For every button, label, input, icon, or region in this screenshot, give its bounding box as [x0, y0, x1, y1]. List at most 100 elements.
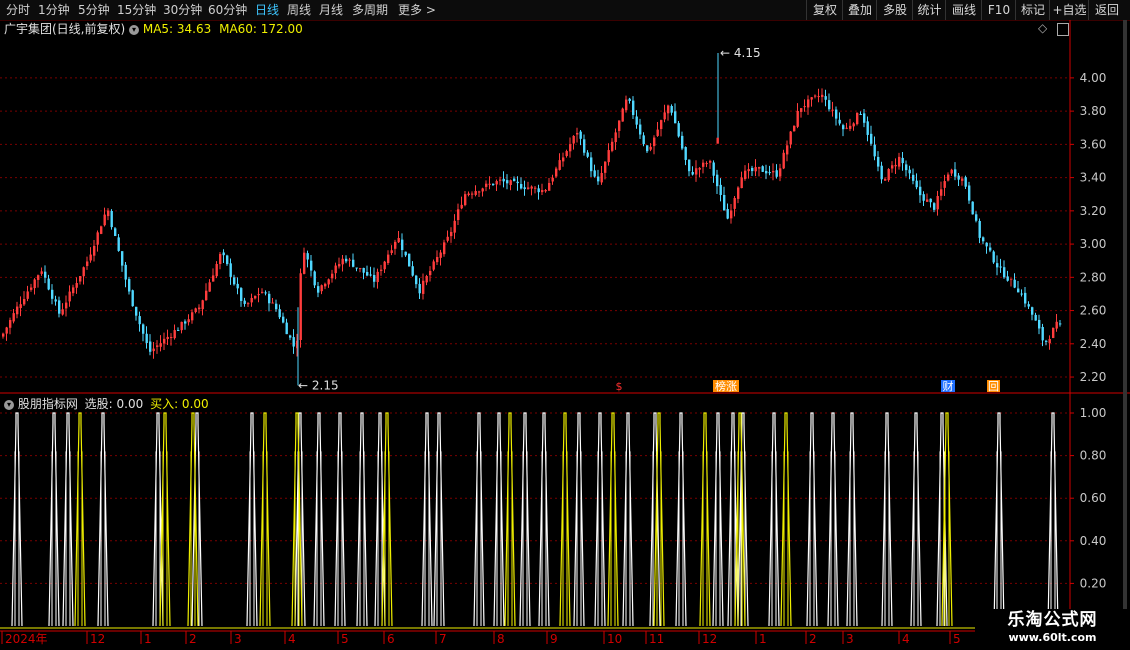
- candle-down: [968, 185, 971, 201]
- candle-down: [184, 321, 187, 324]
- candle-down: [1045, 340, 1048, 342]
- candle-up: [474, 191, 477, 195]
- candle-down: [954, 169, 957, 177]
- price-tick-label: 3.80: [1080, 104, 1107, 118]
- candle-up: [93, 245, 96, 256]
- candle-down: [408, 253, 411, 267]
- candle-up: [320, 285, 323, 292]
- xuangu-signal: [538, 412, 550, 627]
- candle-down: [345, 258, 348, 262]
- candle-down: [1003, 267, 1006, 278]
- candle-down: [520, 184, 523, 189]
- xuangu-signal: [313, 412, 325, 627]
- candle-down: [628, 98, 631, 102]
- indicator-tick-label: 0.60: [1080, 491, 1107, 505]
- price-markers: ← 4.15 ← 2.15 $ 榜涨 财 回: [298, 46, 1000, 393]
- candle-down: [222, 252, 225, 256]
- candle-down: [978, 220, 981, 238]
- candle-up: [394, 241, 397, 249]
- xuangu-signal: [356, 412, 368, 627]
- candle-down: [240, 288, 243, 301]
- candle-up: [744, 170, 747, 179]
- candle-up: [772, 171, 775, 173]
- candle-down: [401, 239, 404, 251]
- candle-down: [114, 228, 117, 237]
- candle-up: [740, 177, 743, 189]
- candle-down: [982, 237, 985, 242]
- candle-down: [964, 177, 967, 187]
- date-tick-label: 2: [809, 632, 817, 646]
- xuangu-signal: [433, 412, 445, 627]
- date-tick-label: 1: [144, 632, 152, 646]
- xuangu-signal: [246, 412, 258, 627]
- candle-down: [362, 267, 365, 273]
- xuangu-signal: [62, 412, 74, 627]
- candle-down: [278, 309, 281, 318]
- candle-down: [586, 152, 589, 157]
- candle-down: [355, 267, 358, 269]
- mairu-signal: [74, 412, 86, 627]
- candle-up: [541, 190, 544, 193]
- xuangu-signal: [768, 412, 780, 627]
- candle-up: [779, 168, 782, 177]
- date-tick-label: 3: [846, 632, 854, 646]
- candle-down: [1034, 314, 1037, 321]
- candle-up: [159, 343, 162, 347]
- candle-up: [611, 141, 614, 151]
- candle-up: [72, 287, 75, 294]
- xuangu-signal: [827, 412, 839, 627]
- candle-up: [100, 226, 103, 234]
- candle-up: [19, 304, 22, 309]
- price-tick-label: 2.80: [1080, 270, 1107, 284]
- candle-down: [870, 133, 873, 144]
- xuangu-signal: [493, 412, 505, 627]
- candle-up: [817, 96, 820, 98]
- candle-up: [789, 131, 792, 145]
- xuangu-signal: [97, 412, 109, 627]
- candle-up: [656, 129, 659, 136]
- candle-down: [859, 114, 862, 116]
- candle-up: [604, 161, 607, 173]
- candle-down: [642, 135, 645, 145]
- candle-up: [257, 294, 260, 296]
- candle-up: [436, 257, 439, 263]
- candle-up: [660, 120, 663, 130]
- candle-down: [1024, 292, 1027, 304]
- candle-down: [264, 292, 267, 294]
- candle-down: [1059, 323, 1062, 325]
- candle-up: [856, 112, 859, 125]
- mairu-signal: [607, 412, 619, 627]
- candle-up: [82, 267, 85, 277]
- candle-up: [653, 137, 656, 147]
- candle-down: [366, 272, 369, 276]
- candle-down: [677, 123, 680, 137]
- candle-down: [929, 198, 932, 203]
- candle-up: [359, 268, 362, 270]
- candle-up: [422, 280, 425, 294]
- candle-up: [551, 177, 554, 182]
- candle-down: [1020, 293, 1023, 295]
- candle-down: [877, 156, 880, 167]
- candle-up: [96, 232, 99, 245]
- candle-up: [439, 252, 442, 258]
- candle-up: [852, 123, 855, 127]
- candle-up: [453, 220, 456, 233]
- date-tick-label: 2024年: [5, 632, 48, 646]
- xuangu-signal: [675, 412, 687, 627]
- candle-down: [989, 247, 992, 251]
- xuangu-signal: [594, 412, 606, 627]
- candle-up: [89, 254, 92, 261]
- candle-down: [901, 157, 904, 164]
- candle-up: [936, 196, 939, 210]
- candle-down: [838, 119, 841, 124]
- candle-up: [663, 112, 666, 120]
- candle-up: [737, 187, 740, 199]
- candle-up: [376, 271, 379, 283]
- candle-up: [152, 348, 155, 352]
- xuangu-signal: [334, 412, 346, 627]
- candle-up: [2, 333, 5, 337]
- candle-down: [513, 178, 516, 182]
- candle-down: [44, 271, 47, 278]
- price-tick-label: 2.20: [1080, 370, 1107, 384]
- candle-down: [229, 263, 232, 277]
